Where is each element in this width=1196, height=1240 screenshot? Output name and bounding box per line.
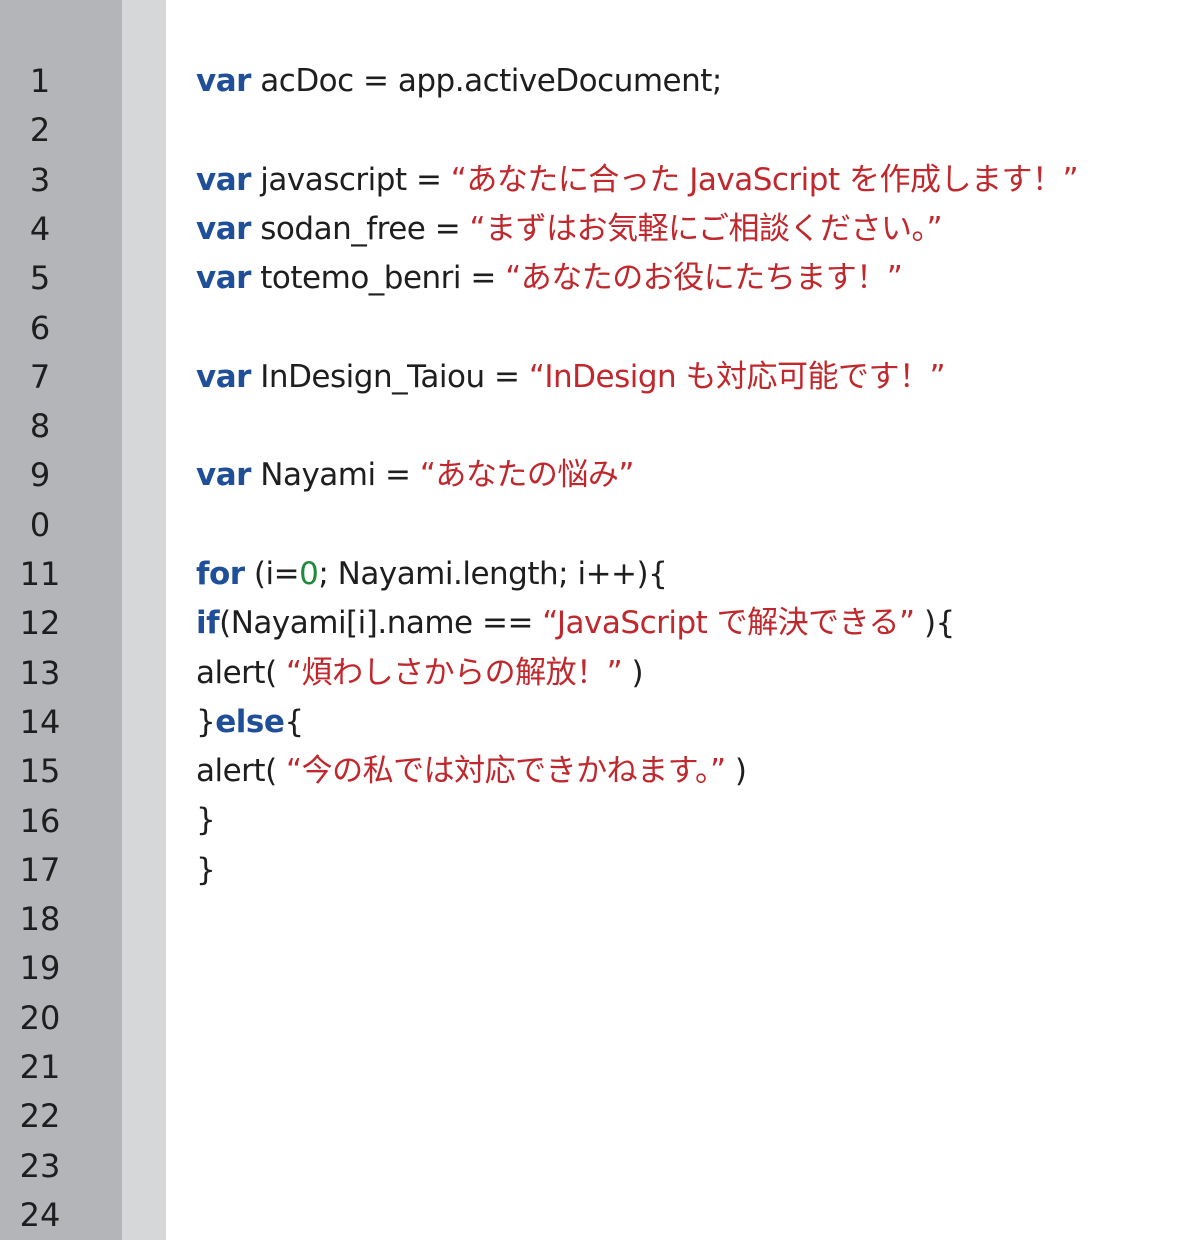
line-number: 11 [19,555,61,593]
line-number: 7 [29,357,51,396]
code-line: } [196,846,1196,895]
string-token: “あなたのお役にたちます！” [505,260,903,297]
keyword-token: var [196,358,251,395]
line-number: 22 [19,1097,61,1136]
code-editor[interactable]: var acDoc = app.activeDocument; var javas… [196,57,1196,1240]
string-token: “あなたに合った JavaScript を作成します！” [450,161,1079,198]
code-token: ) [725,753,747,790]
code-token: } [196,802,216,839]
code-line: var Nayami = “あなたの悩み” [196,451,1196,500]
code-token: alert( [196,654,287,691]
keyword-token: var [196,210,251,247]
code-token: Nayami = [250,457,420,494]
line-number: 6 [29,308,51,347]
line-number: 2 [29,111,51,150]
code-token: { [284,703,304,740]
keyword-token: var [196,161,251,198]
line-number: 8 [29,407,51,446]
line-number: 1 [29,62,51,100]
code-token: sodan_free = [250,210,470,247]
line-number: 12 [19,604,61,643]
code-token: InDesign_Taiou = [250,358,529,395]
code-line: var javascript = “あなたに合った JavaScript を作成… [196,156,1196,205]
code-token: totemo_benri = [250,260,506,297]
string-token: “今の私では対応できかねます。” [286,753,726,790]
code-line: var acDoc = app.activeDocument; [196,57,1196,106]
line-number: 20 [19,998,61,1037]
line-number: 18 [19,900,61,939]
line-number: 24 [19,1195,61,1234]
string-token: “煩わしさからの解放！” [286,654,623,691]
string-token: “InDesign も対応可能です！” [528,358,946,395]
line-number: 9 [29,456,51,495]
code-token: (i= [244,555,300,592]
code-token: alert( [196,753,287,790]
code-token: } [196,851,216,888]
code-line: var sodan_free = “まずはお気軽にご相談ください。” [196,205,1196,254]
keyword-token: var [196,457,251,494]
code-token: (Nayami[i].name == [219,605,543,642]
code-line: var InDesign_Taiou = “InDesign も対応可能です！” [196,353,1196,402]
number-token: 0 [299,555,319,592]
code-line: } [196,796,1196,845]
code-line: alert( “今の私では対応できかねます。” ) [196,747,1196,796]
code-token: javascript = [250,161,451,198]
code-line: alert( “煩わしさからの解放！” ) [196,649,1196,698]
code-token: ){ [914,605,955,642]
line-number: 19 [19,949,61,988]
line-number: 3 [29,160,51,199]
code-line: if(Nayami[i].name == “JavaScript で解決できる”… [196,599,1196,648]
line-number: 17 [19,850,61,889]
keyword-token: else [215,703,285,740]
keyword-token: if [196,605,220,642]
line-number: 21 [19,1048,61,1086]
code-token: acDoc = app.activeDocument; [250,63,722,99]
code-token: } [196,703,216,740]
code-token: ; Nayami.length; i++){ [318,555,668,592]
string-token: “JavaScript で解決できる” [542,605,915,642]
gutter-margin-strip [122,0,166,1240]
line-number: 0 [29,505,51,544]
code-line: }else{ [196,698,1196,747]
line-number: 23 [19,1146,61,1185]
line-number: 13 [19,653,61,692]
string-token: “まずはお気軽にご相談ください。” [469,210,943,247]
line-number: 16 [19,801,61,840]
code-line: for (i=0; Nayami.length; i++){ [196,550,1196,599]
keyword-token: var [196,260,251,297]
line-number: 15 [19,752,61,791]
keyword-token: for [196,555,245,592]
line-number: 4 [29,209,51,248]
line-number: 14 [19,702,61,741]
string-token: “あなたの悩み” [419,457,635,494]
line-number: 5 [29,259,51,298]
code-line: var totemo_benri = “あなたのお役にたちます！” [196,254,1196,303]
keyword-token: var [196,63,251,99]
code-token: ) [622,654,644,691]
